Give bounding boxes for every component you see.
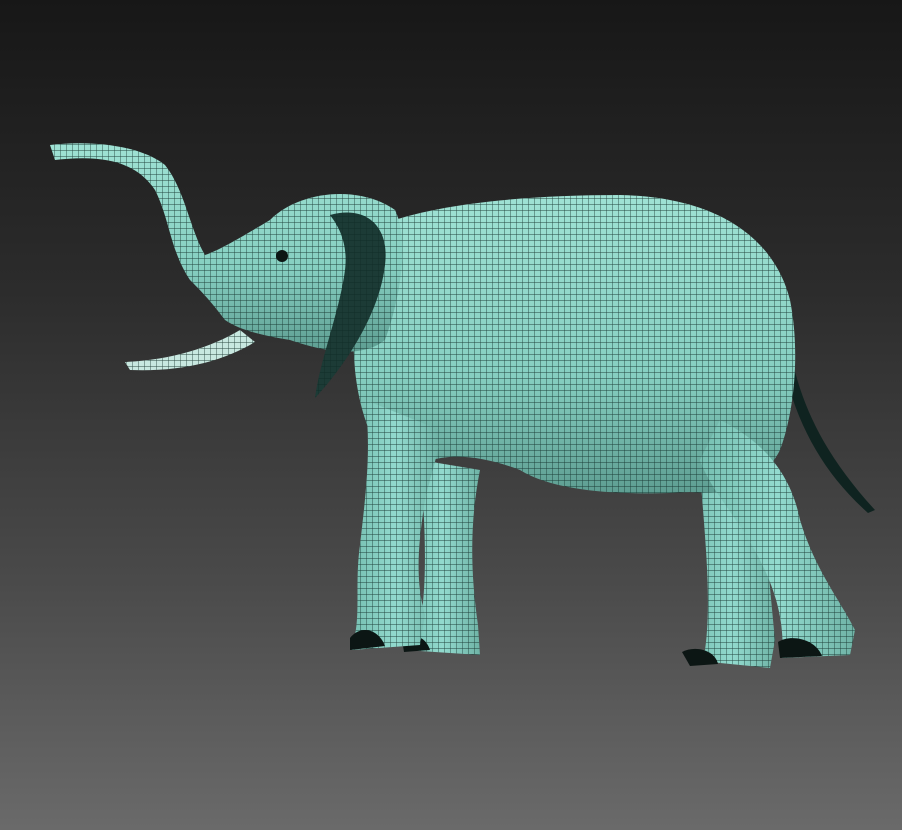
tusk (125, 330, 255, 371)
elephant-model[interactable] (0, 0, 902, 830)
tail (782, 350, 875, 513)
3d-viewport[interactable] (0, 0, 902, 830)
eye (276, 250, 288, 262)
